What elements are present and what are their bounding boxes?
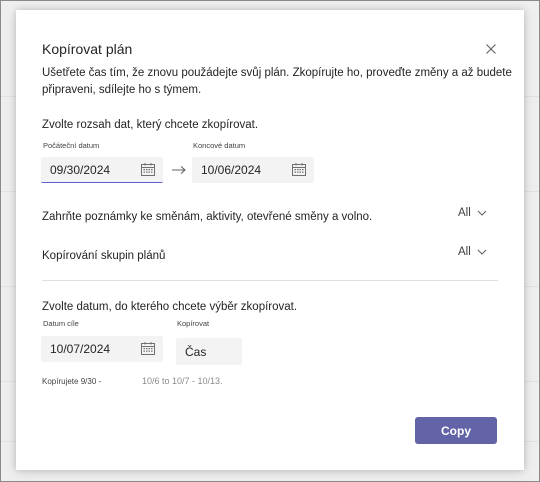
- target-date-value: 10/07/2024: [50, 342, 111, 356]
- calendar-icon[interactable]: [292, 163, 306, 176]
- start-date-value: 09/30/2024: [50, 162, 111, 177]
- end-date-value: 10/06/2024: [201, 163, 262, 177]
- end-date-field[interactable]: 10/06/2024: [192, 157, 314, 183]
- chevron-down-icon: [477, 249, 487, 255]
- end-date-label: Koncové datum: [193, 141, 246, 150]
- include-notes-label: Zahrňte poznámky ke směnám, aktivity, ot…: [42, 211, 373, 223]
- calendar-icon[interactable]: [141, 342, 155, 355]
- close-icon[interactable]: [484, 42, 498, 56]
- include-notes-value: All: [458, 207, 471, 219]
- section-divider: [42, 280, 498, 281]
- target-date-label: Datum cíle: [43, 319, 79, 328]
- target-date-field[interactable]: 10/07/2024: [41, 336, 163, 362]
- schedule-groups-value: All: [458, 246, 471, 258]
- target-date-section-label: Zvolte datum, do kterého chcete výběr zk…: [42, 301, 298, 313]
- start-date-label: Počáteční datum: [43, 141, 100, 150]
- dialog-description: Ušetřete čas tím, že znovu použádejte sv…: [42, 67, 512, 96]
- schedule-groups-dropdown[interactable]: All: [458, 246, 487, 258]
- schedule-groups-label: Kopírování skupin plánů: [42, 250, 166, 262]
- chevron-down-icon: [477, 210, 487, 216]
- copy-summary-range: 10/6 to 10/7 - 10/13.: [142, 376, 223, 386]
- copy-type-label: Kopírovat: [177, 319, 210, 328]
- arrow-right-icon: [172, 166, 186, 174]
- date-range-label: Zvolte rozsah dat, který chcete zkopírov…: [42, 119, 259, 131]
- start-date-field[interactable]: 09/30/2024: [41, 157, 163, 183]
- include-notes-dropdown[interactable]: All: [458, 207, 487, 219]
- copy-summary-prefix: Kopírujete 9/30 -: [42, 377, 102, 386]
- copy-schedule-dialog: Kopírovat plán Ušetřete čas tím, že znov…: [16, 10, 524, 470]
- calendar-icon[interactable]: [141, 163, 155, 176]
- copy-button[interactable]: Copy: [415, 417, 497, 444]
- dialog-title: Kopírovat plán: [42, 41, 133, 57]
- copy-type-value: Čas: [185, 344, 207, 359]
- copy-type-field[interactable]: Čas: [176, 338, 242, 365]
